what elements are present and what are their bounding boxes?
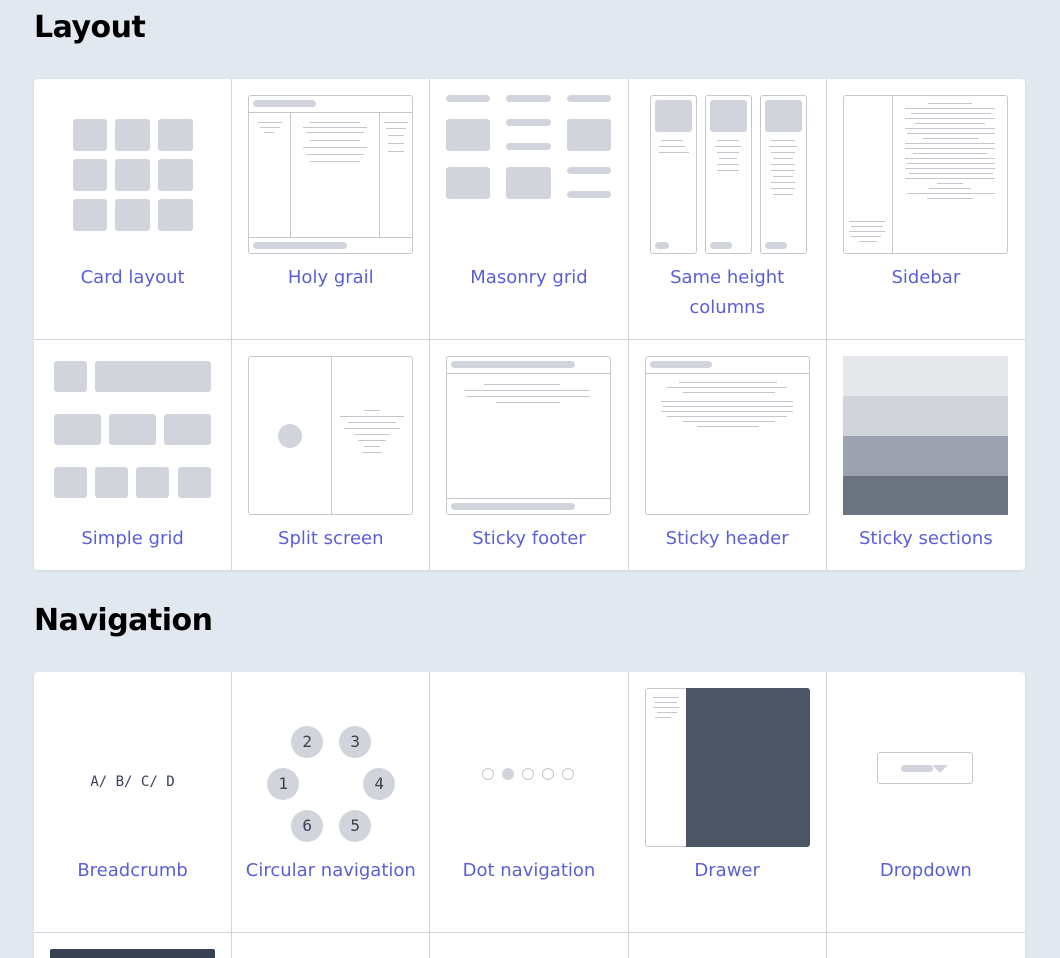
- sidebar-card[interactable]: Sidebar: [827, 79, 1025, 339]
- next-row-card-3[interactable]: [430, 933, 629, 958]
- drawer-thumbnail: [644, 688, 810, 847]
- dropdown-label[interactable]: Dropdown: [827, 856, 1025, 886]
- next-row-card-5[interactable]: [827, 933, 1025, 958]
- sidebar-thumbnail: [842, 95, 1008, 254]
- sticky-footer-label[interactable]: Sticky footer: [430, 524, 627, 554]
- holy-grail-thumbnail: [248, 95, 414, 254]
- breadcrumb-label[interactable]: Breadcrumb: [34, 856, 231, 886]
- masonry-grid-label[interactable]: Masonry grid: [430, 263, 627, 293]
- section-title-navigation: Navigation: [34, 603, 213, 638]
- sticky-header-card[interactable]: Sticky header: [629, 340, 827, 570]
- drawer-card[interactable]: Drawer: [629, 672, 827, 932]
- split-screen-label[interactable]: Split screen: [232, 524, 429, 554]
- circle-item-6: 6: [291, 810, 324, 842]
- card-layout-label[interactable]: Card layout: [34, 263, 231, 293]
- split-screen-card[interactable]: Split screen: [232, 340, 431, 570]
- card-layout-thumbnail: [50, 95, 215, 254]
- next-row-card-2[interactable]: [232, 933, 431, 958]
- simple-grid-label[interactable]: Simple grid: [34, 524, 231, 554]
- sticky-footer-card[interactable]: Sticky footer: [430, 340, 629, 570]
- circle-item-1: 1: [267, 768, 300, 800]
- breadcrumb-thumbnail: A/ B/ C/ D: [50, 688, 215, 847]
- circle-item-4: 4: [363, 768, 396, 800]
- sticky-sections-thumbnail: [842, 356, 1008, 515]
- breadcrumb-sample-text: A/ B/ C/ D: [90, 774, 175, 790]
- circular-navigation-card[interactable]: 1 2 3 4 5 6 Circular navigation: [232, 672, 431, 932]
- masonry-grid-card[interactable]: Masonry grid: [430, 79, 629, 339]
- holy-grail-label[interactable]: Holy grail: [232, 263, 429, 293]
- same-height-columns-label[interactable]: Same height columns: [629, 263, 826, 323]
- same-height-columns-card[interactable]: Same height columns: [629, 79, 827, 339]
- circle-item-2: 2: [291, 726, 324, 758]
- card-layout-card[interactable]: Card layout: [34, 79, 233, 339]
- navigation-grid: A/ B/ C/ D Breadcrumb 1 2 3 4 5 6 Circul…: [34, 672, 1025, 958]
- breadcrumb-card[interactable]: A/ B/ C/ D Breadcrumb: [34, 672, 233, 932]
- simple-grid-thumbnail: [50, 356, 215, 515]
- simple-grid-card[interactable]: Simple grid: [34, 340, 233, 570]
- dropdown-card[interactable]: Dropdown: [827, 672, 1025, 932]
- sticky-footer-thumbnail: [446, 356, 612, 515]
- section-title-layout: Layout: [34, 10, 146, 45]
- circle-item-5: 5: [339, 810, 372, 842]
- same-height-columns-thumbnail: [645, 95, 810, 254]
- sticky-header-thumbnail: [644, 356, 810, 515]
- masonry-grid-thumbnail: [446, 95, 612, 254]
- next-row-card-4[interactable]: [629, 933, 827, 958]
- circular-navigation-thumbnail: 1 2 3 4 5 6: [248, 688, 413, 847]
- chevron-down-icon: [931, 765, 948, 773]
- drawer-label[interactable]: Drawer: [629, 856, 826, 886]
- split-screen-thumbnail: [248, 356, 414, 515]
- dot-navigation-label[interactable]: Dot navigation: [430, 856, 627, 886]
- sidebar-label[interactable]: Sidebar: [827, 263, 1025, 293]
- circle-item-3: 3: [339, 726, 372, 758]
- holy-grail-card[interactable]: Holy grail: [232, 79, 431, 339]
- sticky-header-label[interactable]: Sticky header: [629, 524, 826, 554]
- circular-navigation-label[interactable]: Circular navigation: [232, 856, 429, 886]
- dot-navigation-thumbnail: [446, 688, 611, 847]
- sticky-sections-label[interactable]: Sticky sections: [827, 524, 1025, 554]
- sticky-sections-card[interactable]: Sticky sections: [827, 340, 1025, 570]
- next-row-card-1[interactable]: [34, 933, 233, 958]
- dropdown-thumbnail: [843, 688, 1008, 847]
- dot-navigation-card[interactable]: Dot navigation: [430, 672, 629, 932]
- layout-grid: Card layout Holy grail Masonry grid Same…: [34, 79, 1025, 570]
